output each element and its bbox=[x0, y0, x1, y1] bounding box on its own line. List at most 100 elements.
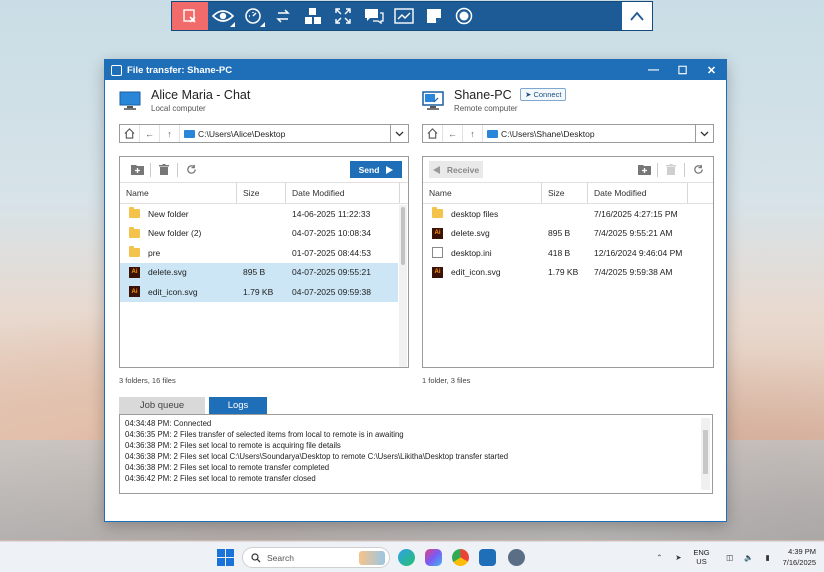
col-date-modified[interactable]: Date Modified bbox=[286, 183, 400, 203]
local-row-0[interactable]: New folder 14-06-2025 11:22:33 bbox=[120, 204, 408, 224]
settings-dial-icon[interactable] bbox=[238, 2, 268, 30]
chevron-up-icon[interactable]: ⌃ bbox=[652, 551, 666, 563]
disconnect-icon[interactable] bbox=[172, 2, 208, 30]
taskbar-search[interactable]: Search bbox=[242, 547, 390, 568]
remote-up-icon[interactable]: ↑ bbox=[463, 125, 483, 142]
maximize-button[interactable]: ☐ bbox=[668, 60, 697, 80]
clock-date: 7/16/2025 bbox=[782, 558, 816, 567]
region-code: US bbox=[696, 557, 707, 566]
connect-button[interactable]: ➤ Connect bbox=[520, 88, 567, 101]
remote-file-pane: Receive Name Size Date Modified desktop … bbox=[422, 156, 714, 368]
local-file-list: New folder 14-06-2025 11:22:33 New folde… bbox=[120, 204, 408, 302]
receive-label: Receive bbox=[446, 164, 480, 175]
remote-row-2[interactable]: desktop.ini 418 B 12/16/2024 9:46:04 PM bbox=[423, 243, 713, 263]
network-icon[interactable]: ◫ bbox=[723, 551, 737, 563]
fullscreen-icon[interactable] bbox=[328, 2, 358, 30]
app-icon bbox=[111, 64, 122, 76]
remote-file-list: desktop files 7/16/2025 4:27:15 PM Ai del… bbox=[423, 204, 713, 282]
local-up-icon[interactable]: ↑ bbox=[160, 125, 180, 142]
file-name: pre bbox=[148, 247, 161, 258]
file-name: delete.svg bbox=[148, 267, 187, 278]
col-name[interactable]: Name bbox=[120, 183, 237, 203]
log-scrollbar[interactable] bbox=[701, 418, 710, 490]
remote-path-field[interactable]: C:\Users\Shane\Desktop bbox=[483, 129, 695, 139]
col-date-modified[interactable]: Date Modified bbox=[588, 183, 688, 203]
remote-row-3[interactable]: Ai edit_icon.svg 1.79 KB 7/4/2025 9:59:38… bbox=[423, 263, 713, 283]
remote-path-bar: ← ↑ C:\Users\Shane\Desktop bbox=[422, 124, 714, 143]
windows-start-icon[interactable] bbox=[217, 549, 234, 566]
local-path-field[interactable]: C:\Users\Alice\Desktop bbox=[180, 129, 390, 139]
window-title: File transfer: Shane-PC bbox=[127, 64, 233, 76]
collapse-up-icon[interactable] bbox=[622, 2, 652, 30]
file-name: New folder bbox=[148, 208, 189, 219]
note-icon[interactable] bbox=[419, 2, 449, 30]
col-name[interactable]: Name bbox=[423, 183, 542, 203]
send-button[interactable]: Send bbox=[350, 161, 402, 178]
log-line: 04:34:48 PM: Connected bbox=[125, 419, 212, 428]
record-icon[interactable] bbox=[449, 2, 479, 30]
local-row-3[interactable]: Ai delete.svg 895 B 04-07-2025 09:55:21 bbox=[120, 262, 398, 282]
taskbar: Search ⌃ ➤ ENG US ◫ 🔈 ▮ 4:39 PM 7/16/202… bbox=[0, 541, 824, 572]
close-button[interactable]: ✕ bbox=[697, 60, 726, 80]
remote-back-icon[interactable]: ← bbox=[443, 125, 463, 142]
local-row-4[interactable]: Ai edit_icon.svg 1.79 KB 04-07-2025 09:59… bbox=[120, 282, 398, 302]
file-size: 1.79 KB bbox=[243, 286, 274, 297]
settings-icon[interactable] bbox=[508, 549, 525, 566]
local-computer-label: Local computer bbox=[151, 104, 206, 113]
illustrator-file-icon: Ai bbox=[432, 266, 443, 278]
remote-home-icon[interactable] bbox=[423, 125, 443, 142]
receive-button[interactable]: Receive bbox=[429, 161, 483, 178]
eye-icon[interactable] bbox=[208, 2, 238, 30]
remote-path-dropdown-icon[interactable] bbox=[695, 125, 713, 142]
edge-icon[interactable] bbox=[398, 549, 415, 566]
location-icon[interactable]: ➤ bbox=[671, 551, 685, 563]
local-header: Alice Maria - Chat Local computer bbox=[119, 88, 250, 113]
clock-time: 4:39 PM bbox=[788, 547, 816, 556]
col-size[interactable]: Size bbox=[237, 183, 286, 203]
chrome-icon[interactable] bbox=[452, 549, 469, 566]
file-date: 7/4/2025 9:59:38 AM bbox=[594, 267, 673, 278]
transfer-arrows-icon[interactable] bbox=[268, 2, 298, 30]
col-size[interactable]: Size bbox=[542, 183, 588, 203]
new-folder-icon[interactable] bbox=[633, 161, 655, 179]
copilot-icon[interactable] bbox=[425, 549, 442, 566]
tab-job-queue[interactable]: Job queue bbox=[119, 397, 205, 414]
file-size: 895 B bbox=[548, 228, 571, 239]
language-indicator[interactable]: ENG US bbox=[693, 548, 709, 566]
local-scrollbar[interactable] bbox=[399, 205, 407, 367]
local-path-dropdown-icon[interactable] bbox=[390, 125, 408, 142]
local-path-bar: ← ↑ C:\Users\Alice\Desktop bbox=[119, 124, 409, 143]
scrollbar-thumb[interactable] bbox=[703, 430, 708, 474]
illustrator-file-icon: Ai bbox=[129, 286, 140, 298]
send-arrow-icon bbox=[386, 165, 394, 174]
battery-icon[interactable]: ▮ bbox=[761, 551, 775, 563]
remote-row-0[interactable]: desktop files 7/16/2025 4:27:15 PM bbox=[423, 204, 713, 224]
minimize-button[interactable]: — bbox=[639, 60, 668, 80]
scrollbar-thumb[interactable] bbox=[401, 207, 405, 265]
file-name: edit_icon.svg bbox=[148, 286, 198, 297]
refresh-icon[interactable] bbox=[180, 161, 202, 179]
volume-icon[interactable]: 🔈 bbox=[742, 551, 756, 563]
file-transfer-dialog: File transfer: Shane-PC — ☐ ✕ Alice Mari… bbox=[104, 59, 727, 522]
settings-file-icon bbox=[432, 247, 443, 259]
local-row-1[interactable]: New folder (2) 04-07-2025 10:08:34 bbox=[120, 224, 408, 244]
local-home-icon[interactable] bbox=[120, 125, 140, 142]
toolbar-divider bbox=[177, 162, 178, 177]
local-back-icon[interactable]: ← bbox=[140, 125, 160, 142]
folder-icon bbox=[129, 246, 140, 258]
local-row-2[interactable]: pre 01-07-2025 08:44:53 bbox=[120, 243, 408, 263]
refresh-icon[interactable] bbox=[687, 161, 709, 179]
whiteboard-icon[interactable] bbox=[389, 2, 419, 30]
chat-icon[interactable] bbox=[358, 2, 388, 30]
new-folder-icon[interactable] bbox=[126, 161, 148, 179]
delete-icon[interactable] bbox=[660, 161, 682, 179]
remote-support-app-icon[interactable] bbox=[479, 549, 496, 566]
clock[interactable]: 4:39 PM 7/16/2025 bbox=[783, 546, 816, 568]
local-item-count: 3 folders, 16 files bbox=[119, 376, 176, 385]
tab-logs[interactable]: Logs bbox=[209, 397, 267, 414]
delete-icon[interactable] bbox=[153, 161, 175, 179]
remote-toolbar bbox=[171, 1, 653, 31]
remote-computer-name: Shane-PC bbox=[454, 88, 512, 102]
remote-row-1[interactable]: Ai delete.svg 895 B 7/4/2025 9:55:21 AM bbox=[423, 224, 713, 244]
keyboard-keys-icon[interactable] bbox=[298, 2, 328, 30]
